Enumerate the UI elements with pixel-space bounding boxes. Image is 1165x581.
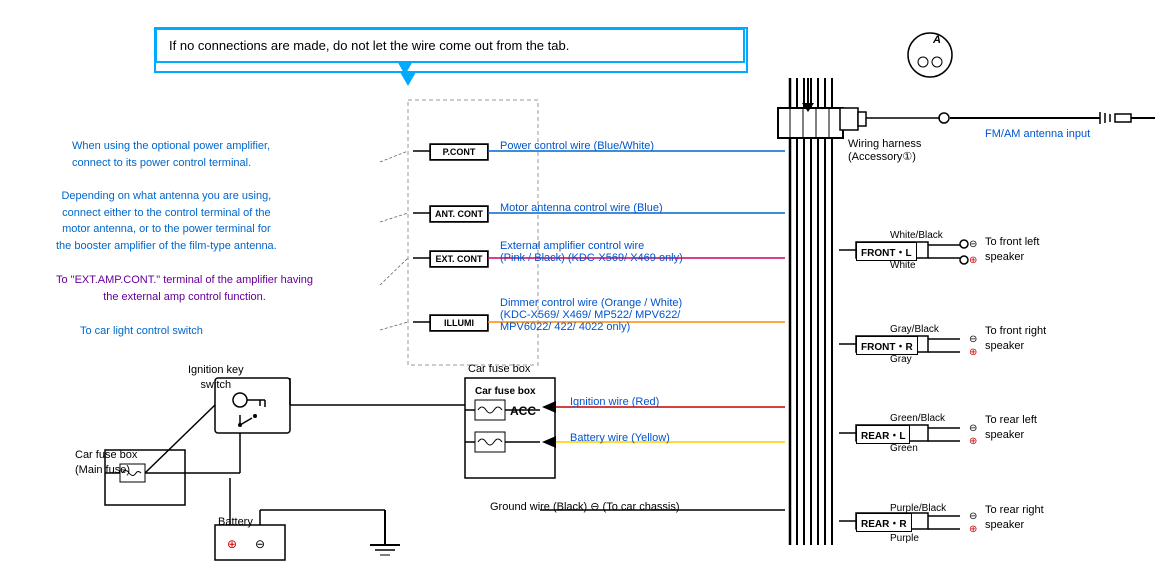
svg-text:ACC: ACC <box>510 404 536 418</box>
svg-text:Car fuse box: Car fuse box <box>475 386 536 397</box>
note-amplifier: When using the optional power amplifier,… <box>72 138 270 171</box>
note-car-light: To car light control switch <box>80 325 203 337</box>
svg-text:⊕: ⊕ <box>227 537 237 551</box>
wire-battery: Battery wire (Yellow) <box>570 432 670 444</box>
front-left-speaker: To front leftspeaker <box>985 235 1039 266</box>
svg-text:⊕: ⊕ <box>969 347 977 358</box>
front-l-connector: FRONT・L <box>856 242 917 261</box>
svg-text:A: A <box>932 34 941 46</box>
rear-r-neg-color: Purple/Black <box>890 503 946 514</box>
svg-text:⊕: ⊕ <box>969 255 977 266</box>
battery-label: Battery <box>218 516 253 528</box>
front-r-connector: FRONT・R <box>856 336 918 355</box>
rear-l-neg-color: Green/Black <box>890 413 945 424</box>
svg-text:⊖: ⊖ <box>969 511 977 522</box>
svg-text:⊖: ⊖ <box>255 537 265 551</box>
note-ext-amp: To "EXT.AMP.CONT." terminal of the ampli… <box>56 272 313 305</box>
svg-text:⊕: ⊕ <box>969 524 977 535</box>
ignition-key-label: Ignition key switch <box>188 363 244 394</box>
svg-text:⊖: ⊖ <box>969 239 977 250</box>
callout-box: If no connections are made, do not let t… <box>155 28 745 63</box>
pcont-connector: P.CONT <box>430 144 488 160</box>
callout-text: If no connections are made, do not let t… <box>169 38 569 53</box>
svg-text:⊖: ⊖ <box>969 423 977 434</box>
rear-l-pos-color: Green <box>890 443 918 454</box>
front-right-speaker: To front rightspeaker <box>985 324 1046 355</box>
wire-ext-amp: External amplifier control wire (Pink / … <box>500 240 683 264</box>
car-fuse-box-label: Car fuse box <box>468 363 530 375</box>
front-l-pos-color: White <box>890 260 916 271</box>
rear-r-connector: REAR・R <box>856 513 912 532</box>
wire-ignition: Ignition wire (Red) <box>570 396 659 408</box>
antenna-label: FM/AM antenna input <box>985 128 1090 140</box>
antcont-connector: ANT. CONT <box>430 206 488 222</box>
rear-left-speaker: To rear leftspeaker <box>985 413 1037 444</box>
main-fuse-label: Car fuse box (Main fuse) <box>75 448 137 479</box>
rear-r-pos-color: Purple <box>890 533 919 544</box>
svg-text:⊕: ⊕ <box>969 436 977 447</box>
wire-ground: Ground wire (Black) ⊖ (To car chassis) <box>490 500 680 513</box>
rear-l-connector: REAR・L <box>856 425 910 444</box>
illumi-connector: ILLUMI <box>430 315 488 331</box>
extcont-connector: EXT. CONT <box>430 251 488 267</box>
front-r-neg-color: Gray/Black <box>890 324 939 335</box>
wire-dimmer: Dimmer control wire (Orange / White) (KD… <box>500 297 682 333</box>
wire-power-control: Power control wire (Blue/White) <box>500 140 654 152</box>
front-r-pos-color: Gray <box>890 354 912 365</box>
svg-text:⊖: ⊖ <box>969 334 977 345</box>
note-antenna: Depending on what antenna you are using,… <box>56 188 277 254</box>
rear-right-speaker: To rear rightspeaker <box>985 503 1044 534</box>
wiring-diagram: A <box>0 0 1165 581</box>
wire-motor-antenna: Motor antenna control wire (Blue) <box>500 202 663 214</box>
front-l-neg-color: White/Black <box>890 230 943 241</box>
wiring-harness-label: Wiring harness (Accessory①) <box>848 138 921 163</box>
